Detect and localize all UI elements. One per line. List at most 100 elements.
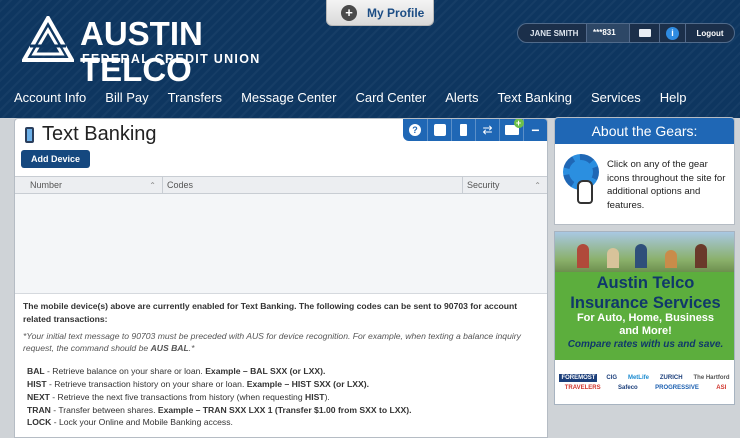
command-example: Example – BAL SXX (or LXX). xyxy=(205,366,326,377)
command-item: NEXT - Retrieve the next five transactio… xyxy=(27,391,543,404)
plus-icon: + xyxy=(341,4,357,21)
info-note: *Your initial text message to 90703 must… xyxy=(23,330,543,356)
command-item: TRAN - Transfer between shares. Example … xyxy=(27,404,543,417)
ad-headline-2: Insurance Services xyxy=(570,294,721,312)
insurance-ad-banner[interactable]: Austin Telco Insurance Services For Auto… xyxy=(554,231,735,405)
column-number-label: Number xyxy=(30,180,63,190)
devices-table-body xyxy=(15,194,547,294)
command-item: BAL - Retrieve balance on your share or … xyxy=(27,365,543,378)
nav-bill-pay[interactable]: Bill Pay xyxy=(105,90,148,105)
pointer-hand-icon xyxy=(577,180,593,204)
command-list: BAL - Retrieve balance on your share or … xyxy=(23,365,543,429)
insurer-logo: CIG xyxy=(606,375,618,381)
insurer-logo: TRAVELERS xyxy=(564,385,601,391)
command-desc: - Retrieve transaction history on your s… xyxy=(46,378,247,389)
insurer-logos: FOREMOST CIG MetLife ZURICH The Hartford… xyxy=(555,360,734,404)
shuffle-button[interactable]: ⇄ xyxy=(475,119,499,141)
command-tail: ). xyxy=(324,391,330,402)
column-security[interactable]: Security ⌃ xyxy=(463,177,547,194)
info-note-text: *Your initial text message to 90703 must… xyxy=(23,330,521,354)
column-codes[interactable]: Codes xyxy=(163,177,463,194)
minus-icon: − xyxy=(531,122,540,138)
ad-tagline: Compare rates with us and save. xyxy=(567,339,724,350)
devices-table-header: Number ⌃ Codes Security ⌃ xyxy=(15,176,547,194)
column-codes-label: Codes xyxy=(167,180,194,190)
insurer-logo: ZURICH xyxy=(659,375,683,381)
nav-text-banking[interactable]: Text Banking xyxy=(498,90,572,105)
command-code: BAL xyxy=(27,366,45,377)
shuffle-icon: ⇄ xyxy=(482,123,493,137)
mobile-button[interactable] xyxy=(451,119,475,141)
command-desc: - Retrieve the next five transactions fr… xyxy=(49,391,305,402)
logout-button[interactable]: Logout xyxy=(686,29,734,38)
printer-icon xyxy=(433,124,446,136)
nav-card-center[interactable]: Card Center xyxy=(355,90,426,105)
info-button[interactable]: i xyxy=(660,24,686,42)
command-code: NEXT xyxy=(27,391,50,402)
nav-help[interactable]: Help xyxy=(660,90,687,105)
column-number[interactable]: Number ⌃ xyxy=(15,177,163,194)
messages-button[interactable] xyxy=(630,24,660,42)
add-message-icon xyxy=(504,119,524,135)
command-item: HIST - Retrieve transaction history on y… xyxy=(27,378,543,391)
nav-account-info[interactable]: Account Info xyxy=(14,90,86,105)
command-code: HIST xyxy=(27,378,47,389)
add-message-button[interactable] xyxy=(499,119,524,141)
sort-icon: ⌃ xyxy=(149,181,156,190)
help-icon: ? xyxy=(409,124,421,136)
command-example: Example – TRAN SXX LXX 1 (Transfer $1.00… xyxy=(157,404,412,415)
text-banking-info: The mobile device(s) above are currently… xyxy=(23,300,543,429)
command-desc: - Transfer between shares. xyxy=(50,404,158,415)
site-header: AUSTIN TELCO FEDERAL CREDIT UNION + My P… xyxy=(0,0,740,118)
info-note-command: AUS BAL xyxy=(150,343,189,354)
page-title: Text Banking xyxy=(42,123,157,145)
panel-toolbar: ? ⇄ − xyxy=(403,119,547,141)
insurer-logo: MetLife xyxy=(627,375,649,381)
help-button[interactable]: ? xyxy=(403,119,427,141)
nav-transfers[interactable]: Transfers xyxy=(168,90,222,105)
mobile-phone-icon xyxy=(25,126,34,143)
add-device-button[interactable]: Add Device xyxy=(21,150,90,168)
envelope-icon xyxy=(638,29,651,37)
user-bar: JANE SMITH ***831 i Logout xyxy=(517,23,735,43)
info-note-end: .* xyxy=(188,343,195,354)
info-intro: The mobile device(s) above are currently… xyxy=(23,301,518,324)
mobile-icon xyxy=(460,124,467,136)
print-button[interactable] xyxy=(427,119,451,141)
account-selector[interactable]: ***831 xyxy=(586,24,630,42)
insurer-logo: FOREMOST xyxy=(559,374,598,382)
brand-triangle-icon xyxy=(22,16,74,62)
command-code: LOCK xyxy=(27,417,52,428)
user-name: JANE SMITH xyxy=(530,28,579,38)
command-example: Example – HIST SXX (or LXX). xyxy=(246,378,369,389)
command-desc: - Retrieve balance on your share or loan… xyxy=(44,366,206,377)
nav-alerts[interactable]: Alerts xyxy=(445,90,478,105)
ad-headline-1: Austin Telco xyxy=(596,274,695,292)
command-desc: - Lock your Online and Mobile Banking ac… xyxy=(51,417,233,428)
command-item: LOCK - Lock your Online and Mobile Banki… xyxy=(27,416,543,429)
command-code: TRAN xyxy=(27,404,51,415)
about-gears-title: About the Gears: xyxy=(555,118,734,144)
text-banking-panel: Text Banking ? ⇄ − Add Device Number ⌃ C… xyxy=(14,118,548,438)
ad-text: Austin Telco Insurance Services For Auto… xyxy=(555,272,734,360)
brand-subtitle: FEDERAL CREDIT UNION xyxy=(82,52,261,66)
column-security-label: Security xyxy=(467,180,500,190)
sort-icon: ⌃ xyxy=(534,181,541,190)
my-profile-tab[interactable]: + My Profile xyxy=(326,0,434,26)
insurer-logo: The Hartford xyxy=(693,375,730,381)
insurer-logo: Safeco xyxy=(618,385,638,391)
command-example: HIST xyxy=(304,391,325,402)
about-gears-text: Click on any of the gear icons throughou… xyxy=(607,159,726,211)
brand-logo[interactable]: AUSTIN TELCO FEDERAL CREDIT UNION xyxy=(22,16,262,88)
nav-services[interactable]: Services xyxy=(591,90,641,105)
my-profile-label: My Profile xyxy=(367,5,425,20)
panel-title: Text Banking xyxy=(25,123,157,146)
family-photo xyxy=(555,232,734,272)
insurer-logo: ASI xyxy=(716,385,727,391)
nav-message-center[interactable]: Message Center xyxy=(241,90,336,105)
main-nav: Account Info Bill Pay Transfers Message … xyxy=(14,90,706,105)
minimize-button[interactable]: − xyxy=(523,119,547,141)
ad-subline-2: and More! xyxy=(619,325,672,337)
about-gears-panel: About the Gears: Click on any of the gea… xyxy=(554,117,735,225)
info-icon: i xyxy=(666,26,679,40)
